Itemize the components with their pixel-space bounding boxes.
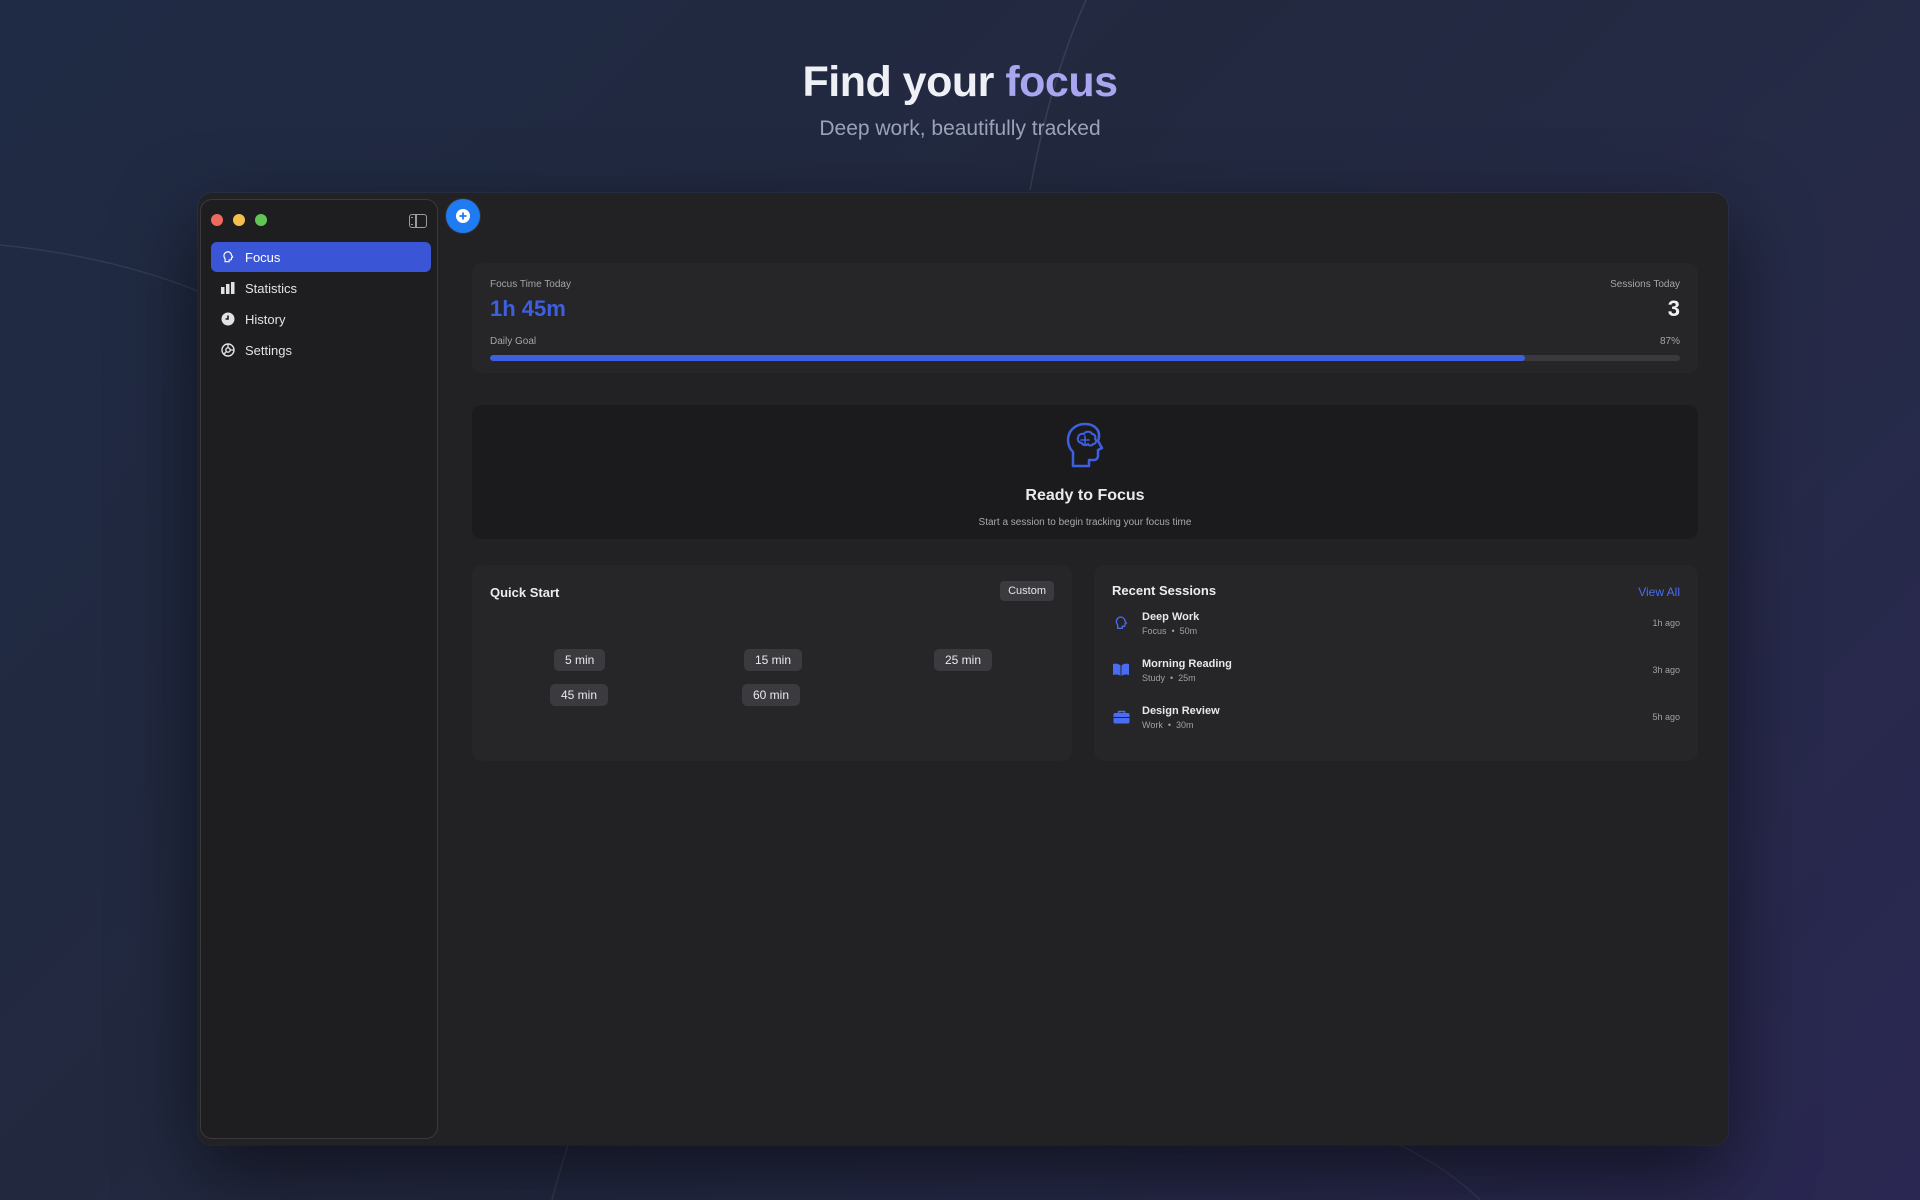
sidebar-item-label: Settings — [245, 342, 292, 358]
quick-start-title: Quick Start — [490, 585, 560, 600]
sidebar-toggle-icon[interactable] — [409, 214, 427, 228]
recent-session-item[interactable]: Morning Reading Study • 25m 3h ago — [1112, 652, 1680, 688]
hero-subtitle: Deep work, beautifully tracked — [819, 117, 1101, 140]
recent-session-item[interactable]: Design Review Work • 30m 5h ago — [1112, 699, 1680, 735]
clock-icon — [221, 312, 235, 326]
duration-15-button[interactable]: 15 min — [744, 649, 803, 671]
session-time: 5h ago — [1652, 712, 1680, 722]
sidebar-item-label: History — [245, 311, 286, 327]
sidebar-item-history[interactable]: History — [211, 304, 431, 334]
view-all-link[interactable]: View All — [1638, 585, 1680, 599]
add-session-button[interactable] — [446, 199, 480, 233]
daily-goal-label: Daily Goal — [490, 336, 537, 347]
daily-goal-progress-fill — [490, 355, 1526, 361]
hero-title-accent: focus — [1005, 58, 1118, 106]
session-meta: Focus • 50m — [1142, 625, 1198, 636]
sidebar-item-statistics[interactable]: Statistics — [211, 273, 431, 303]
session-name: Design Review — [1142, 704, 1220, 717]
session-name: Morning Reading — [1142, 657, 1232, 670]
head-icon — [1112, 614, 1130, 632]
focus-time-value: 1h 45m — [490, 296, 566, 321]
daily-goal-percent: 87% — [1659, 336, 1680, 347]
ready-to-focus-panel: Ready to Focus Start a session to begin … — [472, 405, 1698, 539]
ready-title: Ready to Focus — [1025, 487, 1145, 504]
minimize-window-button[interactable] — [233, 214, 245, 226]
plus-icon — [456, 209, 470, 223]
session-time: 1h ago — [1652, 618, 1680, 628]
sidebar-nav: Focus Statistics History Settings — [211, 242, 431, 366]
brain-head-icon — [472, 421, 1698, 469]
session-meta: Study • 25m — [1142, 672, 1196, 683]
sidebar-item-label: Statistics — [245, 280, 298, 296]
recent-sessions-title: Recent Sessions — [1112, 583, 1217, 598]
zoom-window-button[interactable] — [255, 214, 267, 226]
window-controls — [211, 214, 267, 226]
briefcase-icon — [1112, 708, 1130, 726]
recent-session-item[interactable]: Deep Work Focus • 50m 1h ago — [1112, 605, 1680, 641]
book-icon — [1112, 661, 1130, 679]
app-window: Focus Statistics History Settings Focus … — [198, 193, 1728, 1145]
hero-title-prefix: Find your — [802, 58, 994, 106]
custom-duration-button[interactable]: Custom — [1000, 581, 1054, 601]
duration-5-button[interactable]: 5 min — [554, 649, 606, 671]
quick-start-card: Quick Start Custom 5 min 15 min 25 min 4… — [472, 565, 1072, 761]
head-icon — [221, 250, 235, 264]
duration-45-button[interactable]: 45 min — [550, 684, 609, 706]
daily-goal-progress-bar — [490, 355, 1680, 361]
today-stats-card: Focus Time Today 1h 45m Sessions Today 3… — [472, 263, 1698, 373]
session-name: Deep Work — [1142, 610, 1200, 623]
gear-icon — [221, 343, 235, 357]
session-meta: Work • 30m — [1142, 719, 1194, 730]
sessions-today-value: 3 — [1667, 296, 1680, 321]
ready-subtitle: Start a session to begin tracking your f… — [978, 517, 1192, 528]
close-window-button[interactable] — [211, 214, 223, 226]
focus-time-label: Focus Time Today — [490, 279, 571, 290]
sidebar-item-label: Focus — [245, 249, 281, 265]
duration-25-button[interactable]: 25 min — [934, 649, 993, 671]
hero-title: Find your focus — [0, 58, 1920, 107]
duration-60-button[interactable]: 60 min — [742, 684, 801, 706]
session-time: 3h ago — [1652, 665, 1680, 675]
hero: Find your focus Deep work, beautifully t… — [0, 58, 1920, 141]
bar-chart-icon — [221, 281, 235, 295]
sidebar: Focus Statistics History Settings — [200, 199, 438, 1139]
sidebar-item-settings[interactable]: Settings — [211, 335, 431, 365]
recent-sessions-card: Recent Sessions View All Deep Work Focus… — [1094, 565, 1698, 761]
sidebar-item-focus[interactable]: Focus — [211, 242, 431, 272]
sessions-today-label: Sessions Today — [1610, 279, 1680, 290]
